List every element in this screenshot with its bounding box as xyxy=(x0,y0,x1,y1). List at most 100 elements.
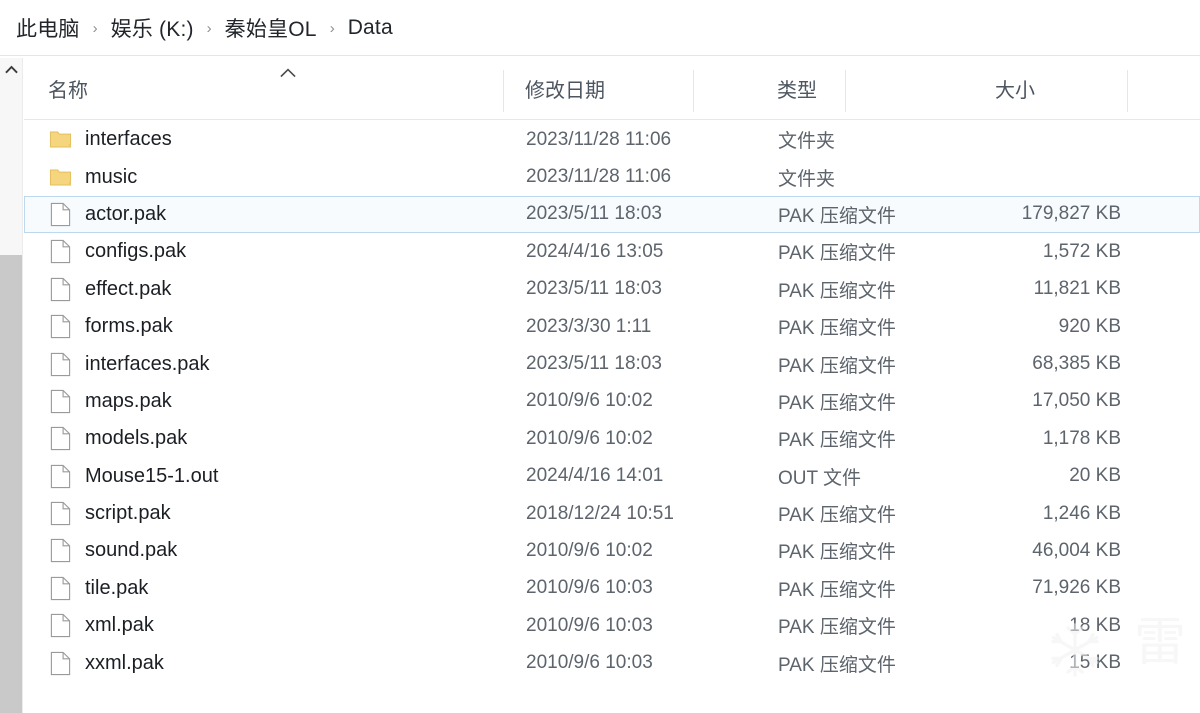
file-name-cell[interactable]: interfaces xyxy=(49,127,172,152)
file-icon xyxy=(49,352,72,377)
file-row[interactable]: interfaces 2023/11/28 11:06 文件夹 xyxy=(24,121,1200,158)
file-date-cell: 2010/9/6 10:03 xyxy=(526,652,653,674)
file-name-cell[interactable]: actor.pak xyxy=(49,202,166,227)
file-glyph xyxy=(50,427,71,451)
file-name-cell[interactable]: forms.pak xyxy=(49,314,173,339)
file-icon xyxy=(49,239,72,264)
file-type-cell: PAK 压缩文件 xyxy=(778,617,896,639)
folder-glyph xyxy=(49,131,72,148)
file-date-cell: 2018/12/24 10:51 xyxy=(526,502,674,524)
file-size-cell: 20 KB xyxy=(1069,465,1121,487)
file-name-cell[interactable]: models.pak xyxy=(49,426,187,451)
file-glyph xyxy=(50,502,71,526)
file-name-label: models.pak xyxy=(85,427,188,450)
file-name-label: script.pak xyxy=(85,502,171,525)
file-name-cell[interactable]: sound.pak xyxy=(49,538,177,563)
file-size-cell: 71,926 KB xyxy=(1032,577,1121,599)
column-divider[interactable] xyxy=(693,70,694,112)
breadcrumb-item-1[interactable]: 娱乐 (K:) xyxy=(105,10,200,46)
file-row[interactable]: maps.pak 2010/9/6 10:02 PAK 压缩文件 17,050 KB xyxy=(24,383,1200,420)
file-name-label: actor.pak xyxy=(85,202,167,225)
file-list[interactable]: interfaces 2023/11/28 11:06 文件夹 music 2023/1… xyxy=(24,121,1200,713)
file-type-cell: PAK 压缩文件 xyxy=(778,355,896,377)
file-name-cell[interactable]: configs.pak xyxy=(49,239,186,264)
file-icon xyxy=(49,538,72,563)
file-size-cell: 11,821 KB xyxy=(1033,278,1121,300)
file-row[interactable]: models.pak 2010/9/6 10:02 PAK 压缩文件 1,178 KB xyxy=(24,420,1200,457)
file-icon xyxy=(49,314,72,339)
breadcrumb-separator-icon: › xyxy=(206,19,212,37)
file-glyph xyxy=(50,389,71,413)
file-size-cell: 17,050 KB xyxy=(1032,390,1121,412)
file-row[interactable]: forms.pak 2023/3/30 1:11 PAK 压缩文件 920 KB xyxy=(24,308,1200,345)
column-divider[interactable] xyxy=(845,70,846,112)
file-icon xyxy=(49,501,72,526)
breadcrumb-item-2[interactable]: 秦始皇OL xyxy=(219,10,323,46)
file-name-cell[interactable]: interfaces.pak xyxy=(49,352,210,377)
column-header-type[interactable]: 类型 xyxy=(777,58,845,119)
file-name-cell[interactable]: tile.pak xyxy=(49,576,148,601)
file-size-cell: 1,246 KB xyxy=(1042,502,1121,524)
chevron-up-icon xyxy=(4,65,18,74)
column-header-row: 名称 修改日期 类型 大小 xyxy=(24,58,1200,120)
file-size-cell: 1,178 KB xyxy=(1042,427,1121,449)
file-row[interactable]: tile.pak 2010/9/6 10:03 PAK 压缩文件 71,926 KB xyxy=(24,570,1200,607)
file-glyph xyxy=(50,202,71,227)
file-name-label: xxml.pak xyxy=(85,651,164,674)
file-row[interactable]: interfaces.pak 2023/5/11 18:03 PAK 压缩文件 68,… xyxy=(24,345,1200,382)
file-glyph xyxy=(50,464,71,488)
file-date-cell: 2010/9/6 10:03 xyxy=(526,577,653,599)
file-row[interactable]: xxml.pak 2010/9/6 10:03 PAK 压缩文件 15 KB xyxy=(24,644,1200,681)
file-type-cell: PAK 压缩文件 xyxy=(778,243,896,265)
file-name-cell[interactable]: effect.pak xyxy=(49,277,171,302)
file-row[interactable]: Mouse15-1.out 2024/4/16 14:01 OUT 文件 20 KB xyxy=(24,458,1200,495)
file-date-cell: 2010/9/6 10:02 xyxy=(526,539,653,561)
breadcrumb-item-3[interactable]: Data xyxy=(342,13,399,43)
file-date-cell: 2010/9/6 10:02 xyxy=(526,390,653,412)
file-row[interactable]: music 2023/11/28 11:06 文件夹 xyxy=(24,158,1200,195)
file-date-cell: 2010/9/6 10:03 xyxy=(526,614,653,636)
file-icon xyxy=(49,613,72,638)
breadcrumb-item-0[interactable]: 此电脑 xyxy=(10,10,86,46)
file-icon xyxy=(49,576,72,601)
file-row[interactable]: configs.pak 2024/4/16 13:05 PAK 压缩文件 1,572 … xyxy=(24,233,1200,270)
file-size-cell: 15 KB xyxy=(1069,652,1121,674)
file-type-cell: PAK 压缩文件 xyxy=(778,280,896,302)
file-size-cell: 1,572 KB xyxy=(1042,240,1121,262)
column-header-date-modified[interactable]: 修改日期 xyxy=(525,58,693,119)
file-type-cell: PAK 压缩文件 xyxy=(778,318,896,340)
column-header-size[interactable]: 大小 xyxy=(995,58,1073,119)
file-name-label: interfaces.pak xyxy=(85,352,210,375)
column-divider[interactable] xyxy=(503,70,504,112)
file-name-cell[interactable]: music xyxy=(49,165,137,190)
file-glyph xyxy=(50,539,71,563)
file-name-cell[interactable]: xml.pak xyxy=(49,613,154,638)
file-name-cell[interactable]: maps.pak xyxy=(49,389,172,414)
scroll-up-button[interactable] xyxy=(0,58,22,80)
column-header-name[interactable]: 名称 xyxy=(48,58,503,119)
file-name-cell[interactable]: xxml.pak xyxy=(49,651,164,676)
file-size-cell: 46,004 KB xyxy=(1032,539,1121,561)
file-type-cell: PAK 压缩文件 xyxy=(778,505,896,527)
file-row[interactable]: effect.pak 2023/5/11 18:03 PAK 压缩文件 11,821 … xyxy=(24,271,1200,308)
folder-icon xyxy=(49,165,72,190)
file-name-cell[interactable]: Mouse15-1.out xyxy=(49,464,218,489)
file-icon xyxy=(49,389,72,414)
file-date-cell: 2023/5/11 18:03 xyxy=(526,278,662,300)
breadcrumb-separator-icon: › xyxy=(92,19,98,37)
file-glyph xyxy=(50,315,71,339)
scrollbar-thumb[interactable] xyxy=(0,255,22,713)
column-divider[interactable] xyxy=(1127,70,1128,112)
file-name-label: Mouse15-1.out xyxy=(85,464,219,487)
file-row[interactable]: actor.pak 2023/5/11 18:03 PAK 压缩文件 179,827 … xyxy=(24,195,1200,234)
file-date-cell: 2023/3/30 1:11 xyxy=(526,315,652,337)
file-glyph xyxy=(50,277,71,301)
file-name-label: music xyxy=(85,165,138,188)
file-type-cell: PAK 压缩文件 xyxy=(778,542,896,564)
file-row[interactable]: xml.pak 2010/9/6 10:03 PAK 压缩文件 18 KB xyxy=(24,607,1200,644)
breadcrumb-bar[interactable]: 此电脑 › 娱乐 (K:) › 秦始皇OL › Data xyxy=(0,0,1200,56)
vertical-scrollbar[interactable] xyxy=(0,58,23,713)
file-name-cell[interactable]: script.pak xyxy=(49,501,171,526)
file-row[interactable]: script.pak 2018/12/24 10:51 PAK 压缩文件 1,246 … xyxy=(24,495,1200,532)
file-row[interactable]: sound.pak 2010/9/6 10:02 PAK 压缩文件 46,004 KB xyxy=(24,532,1200,569)
